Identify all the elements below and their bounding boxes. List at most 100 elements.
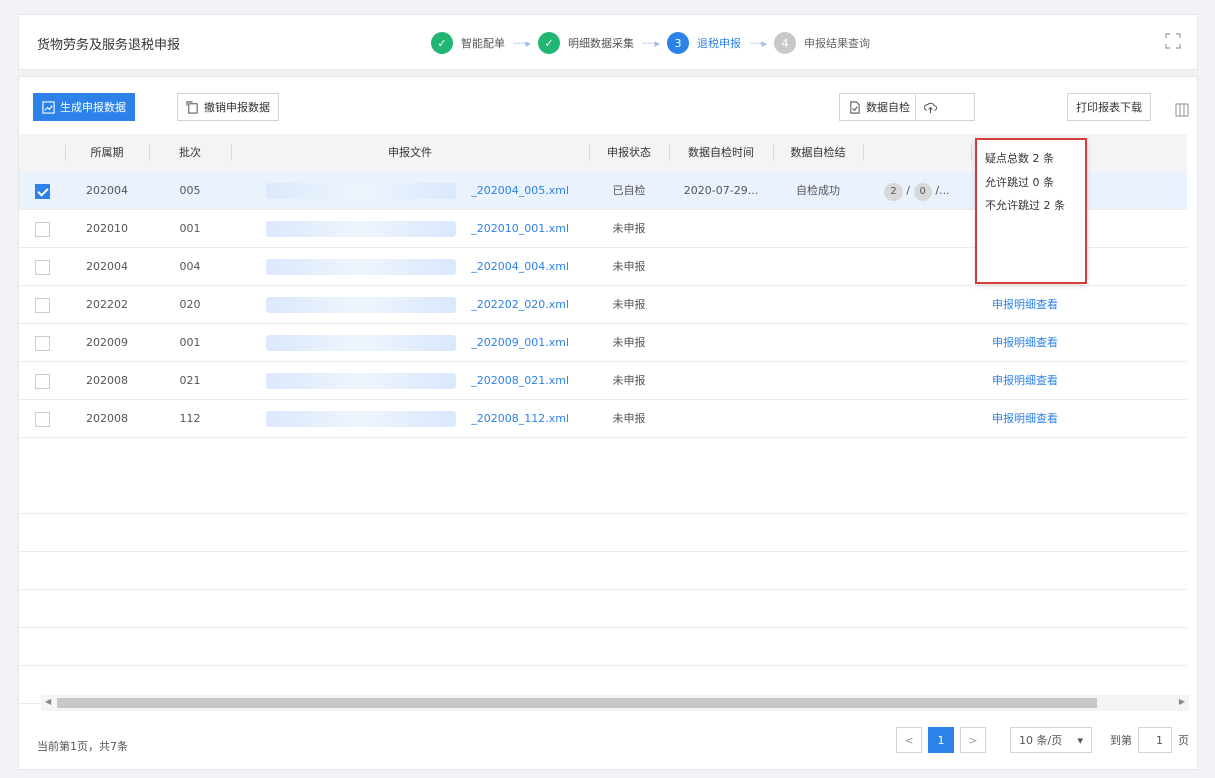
header-select xyxy=(19,134,65,172)
revoke-label: 撤销申报数据 xyxy=(204,101,270,114)
row-checkbox[interactable] xyxy=(34,259,50,275)
file-cell: _202010_001.xml xyxy=(231,210,589,248)
scroll-right-icon[interactable]: ▶ xyxy=(1179,697,1185,706)
status-cell: 未申报 xyxy=(612,336,646,349)
doubt-cell xyxy=(863,324,971,362)
view-detail-link[interactable]: 申报明细查看 xyxy=(992,374,1058,387)
step-result-query[interactable]: 4 申报结果查询 xyxy=(774,32,870,54)
file-link[interactable]: _202010_001.xml xyxy=(471,222,569,235)
file-cell: _202004_005.xml xyxy=(231,172,589,210)
header-doubt xyxy=(863,134,971,172)
file-link[interactable]: _202008_021.xml xyxy=(471,374,569,387)
file-cell: _202008_021.xml xyxy=(231,362,589,400)
page-size-value: 10 条/页 xyxy=(1019,734,1063,747)
batch-cell: 020 xyxy=(179,298,201,311)
view-detail-link[interactable]: 申报明细查看 xyxy=(992,412,1058,425)
file-link[interactable]: _202009_001.xml xyxy=(471,336,569,349)
doubt-cell xyxy=(863,286,971,324)
scroll-left-icon[interactable]: ◀ xyxy=(45,697,51,706)
skip-count-badge[interactable]: 0 xyxy=(913,183,932,201)
view-detail-link[interactable]: 申报明细查看 xyxy=(992,298,1058,311)
batch-cell: 001 xyxy=(179,222,201,235)
file-cell: _202009_001.xml xyxy=(231,324,589,362)
check-time-cell xyxy=(669,210,773,248)
check-time-cell xyxy=(669,286,773,324)
upload-button[interactable] xyxy=(915,93,975,121)
table-row[interactable]: 202009 001 _202009_001.xml 未申报 申报明细查看 xyxy=(19,324,1187,362)
row-checkbox[interactable] xyxy=(34,335,50,351)
next-page-button[interactable]: > xyxy=(960,727,986,753)
file-link[interactable]: _202202_020.xml xyxy=(471,298,569,311)
doubt-total-text: 疑点总数 2 条 xyxy=(985,152,1054,165)
doubt-summary-popover: 疑点总数 2 条 允许跳过 0 条 不允许跳过 2 条 xyxy=(975,138,1087,284)
table-empty-area xyxy=(19,476,1187,704)
check-result-cell xyxy=(773,248,863,286)
self-check-label: 数据自检 xyxy=(866,101,910,114)
goto-page-input[interactable] xyxy=(1138,727,1172,753)
file-link[interactable]: _202004_005.xml xyxy=(471,184,569,197)
page-unit-label: 页 xyxy=(1178,734,1189,747)
row-checkbox[interactable] xyxy=(34,221,50,237)
doubt-cell xyxy=(863,248,971,286)
file-link[interactable]: _202004_004.xml xyxy=(471,260,569,273)
row-select-cell xyxy=(19,210,65,248)
step-detail-collect[interactable]: ✓ 明细数据采集 xyxy=(538,32,634,54)
check-result-cell xyxy=(773,324,863,362)
step-arrow-icon: ·····▸ xyxy=(513,36,531,50)
print-download-button[interactable]: 打印报表下载 xyxy=(1067,93,1151,121)
row-checkbox[interactable] xyxy=(34,183,50,199)
period-cell: 202008 xyxy=(86,374,128,387)
status-cell: 已自检 xyxy=(612,184,646,197)
redacted-filename xyxy=(266,221,456,237)
action-cell: 申报明细查看 xyxy=(971,286,1079,324)
goto-label: 到第 xyxy=(1110,734,1132,747)
step-label: 退税申报 xyxy=(697,37,742,50)
row-checkbox[interactable] xyxy=(34,297,50,313)
period-cell: 202004 xyxy=(86,184,128,197)
redacted-filename xyxy=(266,373,456,389)
page-button-current[interactable]: 1 xyxy=(928,727,954,753)
header-file: 申报文件 xyxy=(231,134,589,172)
check-result-cell xyxy=(773,286,863,324)
revoke-icon xyxy=(186,100,198,114)
batch-cell: 005 xyxy=(179,184,201,197)
table-row[interactable]: 202008 021 _202008_021.xml 未申报 申报明细查看 xyxy=(19,362,1187,400)
table-row[interactable]: 202202 020 _202202_020.xml 未申报 申报明细查看 xyxy=(19,286,1187,324)
step-arrow-icon: ·····▸ xyxy=(749,36,767,50)
revoke-declare-data-button[interactable]: 撤销申报数据 xyxy=(177,93,279,121)
step-smart-match[interactable]: ✓ 智能配单 xyxy=(431,32,505,54)
row-select-cell xyxy=(19,286,65,324)
step-number-icon: 3 xyxy=(667,32,690,54)
table-row[interactable]: 202008 112 _202008_112.xml 未申报 申报明细查看 xyxy=(19,400,1187,438)
view-detail-link[interactable]: 申报明细查看 xyxy=(992,336,1058,349)
row-checkbox[interactable] xyxy=(34,373,50,389)
allow-skip-text: 允许跳过 0 条 xyxy=(985,176,1054,189)
redacted-filename xyxy=(266,297,456,313)
action-cell: 申报明细查看 xyxy=(971,362,1079,400)
batch-cell: 004 xyxy=(179,260,201,273)
horizontal-scrollbar[interactable]: ◀ ▶ xyxy=(41,695,1189,711)
check-result-cell xyxy=(773,400,863,438)
fullscreen-icon[interactable] xyxy=(1165,33,1181,49)
check-result-cell xyxy=(773,210,863,248)
scrollbar-thumb[interactable] xyxy=(57,698,1097,708)
page-size-select[interactable]: 10 条/页 ▾ xyxy=(1010,727,1092,753)
action-cell: 申报明细查看 xyxy=(971,400,1079,438)
check-time-cell: 2020-07-29... xyxy=(683,184,759,197)
column-settings-icon[interactable] xyxy=(1175,103,1189,117)
header-period: 所属期 xyxy=(65,134,149,172)
data-self-check-button[interactable]: 数据自检 xyxy=(839,93,919,121)
disallow-skip-text: 不允许跳过 2 条 xyxy=(985,199,1065,212)
file-link[interactable]: _202008_112.xml xyxy=(471,412,569,425)
check-circle-icon: ✓ xyxy=(538,32,561,54)
prev-page-button[interactable]: < xyxy=(896,727,922,753)
status-cell: 未申报 xyxy=(612,260,646,273)
cloud-upload-icon xyxy=(924,102,937,113)
batch-cell: 021 xyxy=(179,374,201,387)
step-refund-declare[interactable]: 3 退税申报 xyxy=(667,32,741,54)
step-indicator: ✓ 智能配单 ·····▸ ✓ 明细数据采集 ·····▸ 3 退税申报 ···… xyxy=(431,29,870,57)
row-checkbox[interactable] xyxy=(34,411,50,427)
generate-declare-data-button[interactable]: 生成申报数据 xyxy=(33,93,135,121)
check-time-cell xyxy=(669,324,773,362)
doubt-count-badge[interactable]: 2 xyxy=(884,183,903,201)
